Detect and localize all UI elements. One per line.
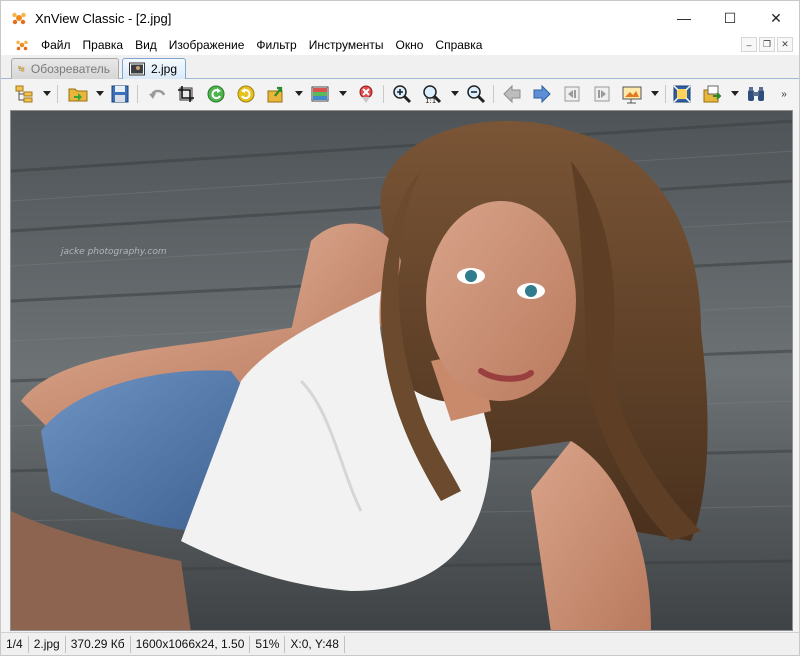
status-filename: 2.jpg: [29, 635, 66, 653]
save-icon: [111, 85, 129, 103]
folders-tree-icon: [15, 85, 33, 103]
photo-watermark: jacke photography.com: [59, 247, 167, 257]
first-image-button[interactable]: [561, 83, 583, 105]
status-filesize: 370.29 Кб: [66, 635, 131, 653]
rotate-left-button[interactable]: [205, 83, 227, 105]
last-page-icon: [594, 86, 610, 102]
menu-image[interactable]: Изображение: [163, 35, 251, 55]
slideshow-icon: [622, 86, 642, 104]
menu-window[interactable]: Окно: [390, 35, 430, 55]
overflow-chevron-icon: »: [781, 88, 787, 100]
document-icon: [16, 40, 28, 51]
status-position: 1/4: [1, 635, 29, 653]
menu-bar: Файл Правка Вид Изображение Фильтр Инстр…: [1, 35, 799, 55]
browser-icon: [18, 66, 25, 72]
export-icon: [267, 86, 283, 103]
open-folder-button[interactable]: [67, 83, 89, 105]
close-button[interactable]: ✕: [753, 1, 799, 35]
rotate-right-icon: [237, 85, 255, 103]
tab-bar: Обозреватель 2.jpg: [1, 55, 799, 79]
folders-dropdown-arrow[interactable]: [43, 91, 51, 96]
slideshow-button[interactable]: [621, 83, 643, 105]
minimize-button[interactable]: —: [661, 1, 707, 35]
zoom-out-button[interactable]: [465, 83, 487, 105]
export-button[interactable]: [265, 83, 287, 105]
menu-edit[interactable]: Правка: [77, 35, 130, 55]
export-dropdown-arrow[interactable]: [295, 91, 303, 96]
copy-to-icon: [703, 85, 722, 103]
crop-button[interactable]: [175, 83, 197, 105]
fit-window-button[interactable]: [671, 83, 693, 105]
zoom-in-button[interactable]: [391, 83, 413, 105]
tab-browser[interactable]: Обозреватель: [11, 58, 119, 79]
menu-help[interactable]: Справка: [429, 35, 488, 55]
toolbar-separator: [493, 85, 494, 103]
mdi-minimize-button[interactable]: –: [741, 37, 757, 52]
folders-tree-button[interactable]: [13, 83, 35, 105]
status-bar: 1/4 2.jpg 370.29 Кб 1600x1066x24, 1.50 5…: [1, 632, 799, 655]
zoom-in-icon: [393, 85, 412, 104]
properties-button[interactable]: [355, 83, 377, 105]
toolbar-separator: [665, 85, 666, 103]
zoom-actual-button[interactable]: 1:1: [421, 83, 443, 105]
toolbar-separator: [137, 85, 138, 103]
svg-text:1:1: 1:1: [425, 97, 436, 104]
undo-icon: [149, 89, 166, 99]
arrow-left-icon: [503, 84, 521, 104]
image-viewport[interactable]: jacke photography.com: [10, 110, 793, 631]
app-window: XnView Classic - [2.jpg] — ☐ ✕ Файл Прав…: [0, 0, 800, 656]
crop-icon: [178, 86, 194, 102]
tab-image-label: 2.jpg: [150, 62, 177, 76]
find-button[interactable]: [745, 83, 767, 105]
copy-dropdown-arrow[interactable]: [731, 91, 739, 96]
last-image-button[interactable]: [591, 83, 613, 105]
adjust-colors-icon: [311, 86, 329, 102]
mdi-close-button[interactable]: ✕: [777, 37, 793, 52]
zoom-out-icon: [467, 85, 486, 104]
rotate-left-icon: [207, 85, 225, 103]
mdi-controls: – ❐ ✕: [741, 37, 793, 52]
previous-image-button[interactable]: [501, 83, 523, 105]
zoom-dropdown-arrow[interactable]: [451, 91, 459, 96]
slideshow-dropdown-arrow[interactable]: [651, 91, 659, 96]
menu-filter[interactable]: Фильтр: [250, 35, 302, 55]
mdi-restore-button[interactable]: ❐: [759, 37, 775, 52]
window-controls: — ☐ ✕: [661, 1, 799, 35]
fit-window-icon: [673, 85, 691, 103]
next-image-button[interactable]: [531, 83, 553, 105]
status-cursor: X:0, Y:48: [285, 635, 345, 653]
status-zoom: 51%: [250, 635, 286, 653]
toolbar: 1:1 »: [1, 79, 799, 109]
save-button[interactable]: [109, 83, 131, 105]
window-title: XnView Classic - [2.jpg]: [35, 10, 172, 26]
arrow-right-icon: [533, 84, 551, 104]
toolbar-separator: [383, 85, 384, 103]
toolbar-separator: [57, 85, 58, 103]
properties-icon: [359, 85, 373, 103]
first-page-icon: [564, 86, 580, 102]
open-dropdown-arrow[interactable]: [96, 91, 104, 96]
menu-file[interactable]: Файл: [35, 35, 77, 55]
undo-button[interactable]: [147, 83, 169, 105]
tab-browser-label: Обозреватель: [30, 62, 110, 76]
rotate-right-button[interactable]: [235, 83, 257, 105]
copy-to-button[interactable]: [701, 83, 723, 105]
photo-image: jacke photography.com: [11, 111, 792, 630]
menu-view[interactable]: Вид: [129, 35, 163, 55]
adjust-dropdown-arrow[interactable]: [339, 91, 347, 96]
xnview-logo-icon: [12, 12, 26, 25]
open-folder-icon: [68, 88, 88, 102]
image-thumbnail-icon: [129, 62, 145, 76]
toolbar-overflow-button[interactable]: »: [773, 83, 795, 105]
adjust-colors-button[interactable]: [309, 83, 331, 105]
tab-image[interactable]: 2.jpg: [122, 58, 186, 79]
maximize-button[interactable]: ☐: [707, 1, 753, 35]
status-dimensions: 1600x1066x24, 1.50: [131, 635, 251, 653]
zoom-actual-icon: 1:1: [423, 85, 442, 104]
title-bar: XnView Classic - [2.jpg] — ☐ ✕: [1, 1, 799, 35]
binoculars-icon: [748, 87, 764, 101]
menu-tools[interactable]: Инструменты: [303, 35, 390, 55]
